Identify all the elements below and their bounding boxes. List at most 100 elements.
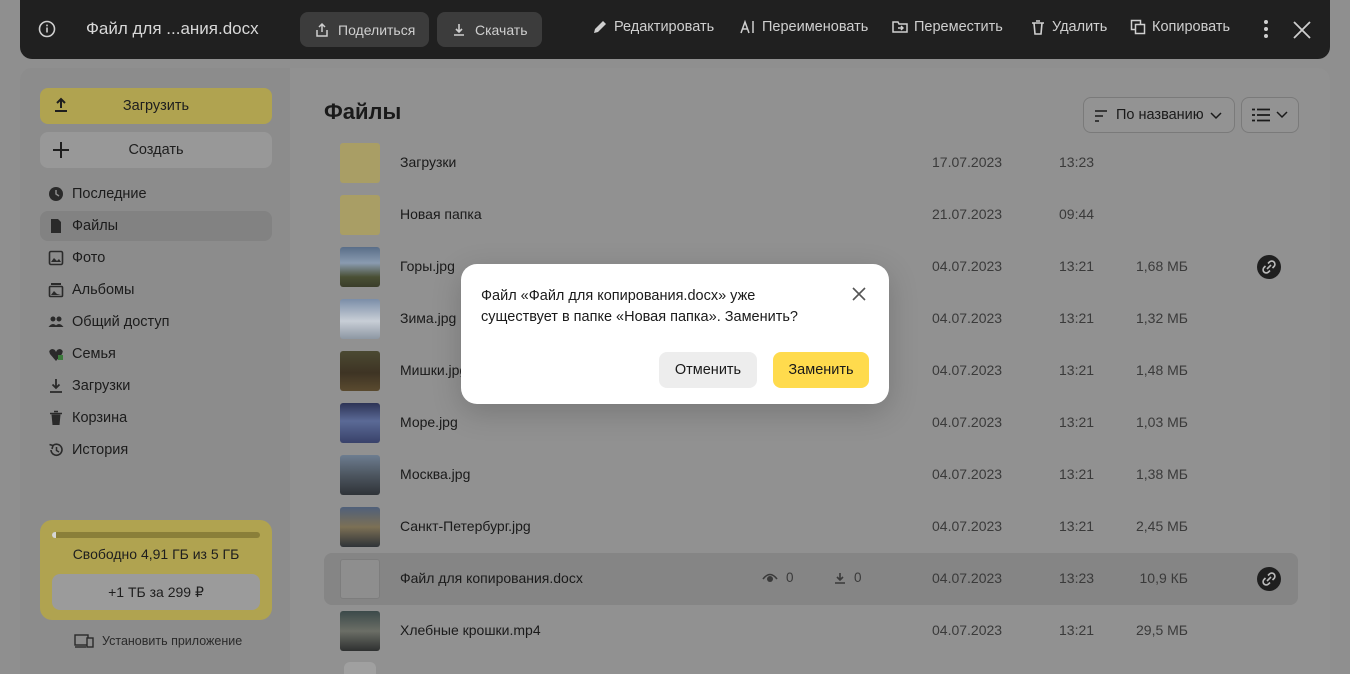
upload-button[interactable]: Загрузить	[40, 88, 272, 124]
public-link-icon[interactable]	[1257, 255, 1281, 279]
file-name: Москва.jpg	[400, 466, 471, 482]
chevron-down-icon	[1210, 112, 1222, 120]
file-icon	[51, 219, 61, 233]
sort-dropdown[interactable]: По названию	[1083, 97, 1235, 133]
file-time: 09:44	[1059, 206, 1095, 222]
download-icon	[454, 23, 464, 36]
close-icon[interactable]	[1293, 21, 1311, 39]
downloads-counter: 0	[834, 570, 862, 585]
file-toolbar: Файл для ...ания.docx Поделиться Скачать…	[20, 0, 1330, 59]
rename-button[interactable]: Переименовать	[740, 19, 868, 35]
downloads-count: 0	[854, 570, 862, 585]
sidebar-item-label: Корзина	[72, 410, 128, 426]
file-date: 21.07.2023	[932, 206, 1003, 222]
sidebar-item-albums[interactable]: Альбомы	[40, 275, 272, 305]
table-row[interactable]: Загрузки 17.07.2023 13:23	[324, 137, 1298, 189]
file-time: 13:21	[1059, 362, 1095, 378]
people-icon	[48, 316, 64, 327]
storage-progress-fill	[52, 532, 56, 538]
cancel-button[interactable]: Отменить	[659, 352, 757, 388]
file-date: 04.07.2023	[932, 310, 1003, 326]
edit-button[interactable]: Редактировать	[592, 19, 714, 35]
sidebar-item-history[interactable]: История	[40, 435, 272, 465]
file-size: 1,38 МБ	[1136, 466, 1188, 482]
sidebar-item-photo[interactable]: Фото	[40, 243, 272, 273]
close-icon[interactable]	[851, 286, 867, 302]
public-link-icon[interactable]	[1257, 567, 1281, 591]
sidebar-item-label: Альбомы	[72, 282, 135, 298]
file-date: 04.07.2023	[932, 518, 1003, 534]
image-thumbnail	[340, 351, 380, 391]
table-row-selected[interactable]: Файл для копирования.docx 0 0 04.07.2023…	[324, 553, 1298, 605]
folder-icon	[340, 143, 380, 183]
file-time: 13:21	[1059, 310, 1095, 326]
table-row[interactable]: Москва.jpg 04.07.2023 13:21 1,38 МБ	[324, 449, 1298, 501]
table-row[interactable]: Хлебные крошки.mp4 04.07.2023 13:21 29,5…	[324, 605, 1298, 657]
sidebar-item-downloads[interactable]: Загрузки	[40, 371, 272, 401]
download-icon	[835, 572, 845, 584]
file-date: 04.07.2023	[932, 466, 1003, 482]
download-button[interactable]: Скачать	[437, 12, 542, 47]
share-button[interactable]: Поделиться	[300, 12, 430, 47]
plus-icon	[53, 142, 69, 158]
table-row[interactable]: Санкт-Петербург.jpg 04.07.2023 13:21 2,4…	[324, 501, 1298, 553]
rename-icon	[740, 19, 754, 34]
file-time: 13:21	[1059, 414, 1095, 430]
copy-button[interactable]: Копировать	[1130, 19, 1230, 35]
create-button[interactable]: Создать	[40, 132, 272, 168]
history-icon	[49, 443, 63, 456]
sort-icon	[1095, 110, 1107, 122]
sidebar-item-files[interactable]: Файлы	[40, 211, 272, 241]
file-name: Горы.jpg	[400, 258, 455, 274]
file-time: 13:21	[1059, 466, 1095, 482]
sidebar-item-label: Файлы	[72, 218, 119, 234]
file-date: 17.07.2023	[932, 154, 1003, 170]
file-name: Загрузки	[400, 154, 457, 170]
delete-label: Удалить	[1052, 19, 1108, 35]
sidebar-item-shared[interactable]: Общий доступ	[40, 307, 272, 337]
file-time: 13:23	[1059, 570, 1095, 586]
file-name: Хлебные крошки.mp4	[400, 622, 541, 638]
file-date: 04.07.2023	[932, 258, 1003, 274]
file-name: Мишки.jpg	[400, 362, 468, 378]
upload-label: Загрузить	[122, 98, 190, 114]
info-icon[interactable]	[38, 20, 56, 38]
view-mode-dropdown[interactable]	[1241, 97, 1299, 133]
install-app-label: Установить приложение	[102, 634, 243, 648]
replace-button[interactable]: Заменить	[773, 352, 869, 388]
trash-icon	[50, 410, 62, 425]
sidebar-item-label: Общий доступ	[72, 314, 170, 330]
file-size: 10,9 КБ	[1139, 570, 1188, 586]
upload-icon	[55, 97, 67, 112]
move-label: Переместить	[914, 19, 1003, 35]
sidebar-item-label: История	[72, 442, 129, 458]
file-time: 13:21	[1059, 258, 1095, 274]
download-icon	[50, 379, 62, 393]
delete-button[interactable]: Удалить	[1030, 19, 1107, 35]
file-time: 13:21	[1059, 622, 1095, 638]
more-vertical-icon[interactable]	[1258, 19, 1274, 39]
image-thumbnail	[340, 455, 380, 495]
sidebar-item-recent[interactable]: Последние	[40, 179, 272, 209]
move-button[interactable]: Переместить	[892, 19, 1003, 35]
folder-icon	[340, 195, 380, 235]
share-icon	[316, 22, 328, 37]
sidebar-item-label: Фото	[72, 250, 106, 266]
rename-label: Переименовать	[762, 19, 869, 35]
share-label: Поделиться	[338, 21, 416, 38]
dialog-message: Файл «Файл для копирования.docx» уже сущ…	[481, 288, 798, 325]
partial-thumbnail	[344, 662, 376, 674]
file-size: 1,68 МБ	[1136, 258, 1188, 274]
table-row[interactable]: Новая папка 21.07.2023 09:44	[324, 189, 1298, 241]
sidebar-item-label: Загрузки	[72, 378, 131, 394]
file-size: 29,5 МБ	[1136, 622, 1188, 638]
sidebar-item-family[interactable]: Семья	[40, 339, 272, 369]
install-app-link[interactable]: Установить приложение	[74, 634, 242, 648]
table-row[interactable]: Море.jpg 04.07.2023 13:21 1,03 МБ	[324, 397, 1298, 449]
chevron-down-icon	[1276, 111, 1288, 119]
storage-offer-button[interactable]: +1 ТБ за 299 ₽	[52, 574, 260, 610]
create-label: Создать	[128, 142, 184, 158]
family-icon	[49, 349, 63, 361]
sidebar-item-label: Последние	[72, 186, 147, 202]
sidebar-item-trash[interactable]: Корзина	[40, 403, 272, 433]
